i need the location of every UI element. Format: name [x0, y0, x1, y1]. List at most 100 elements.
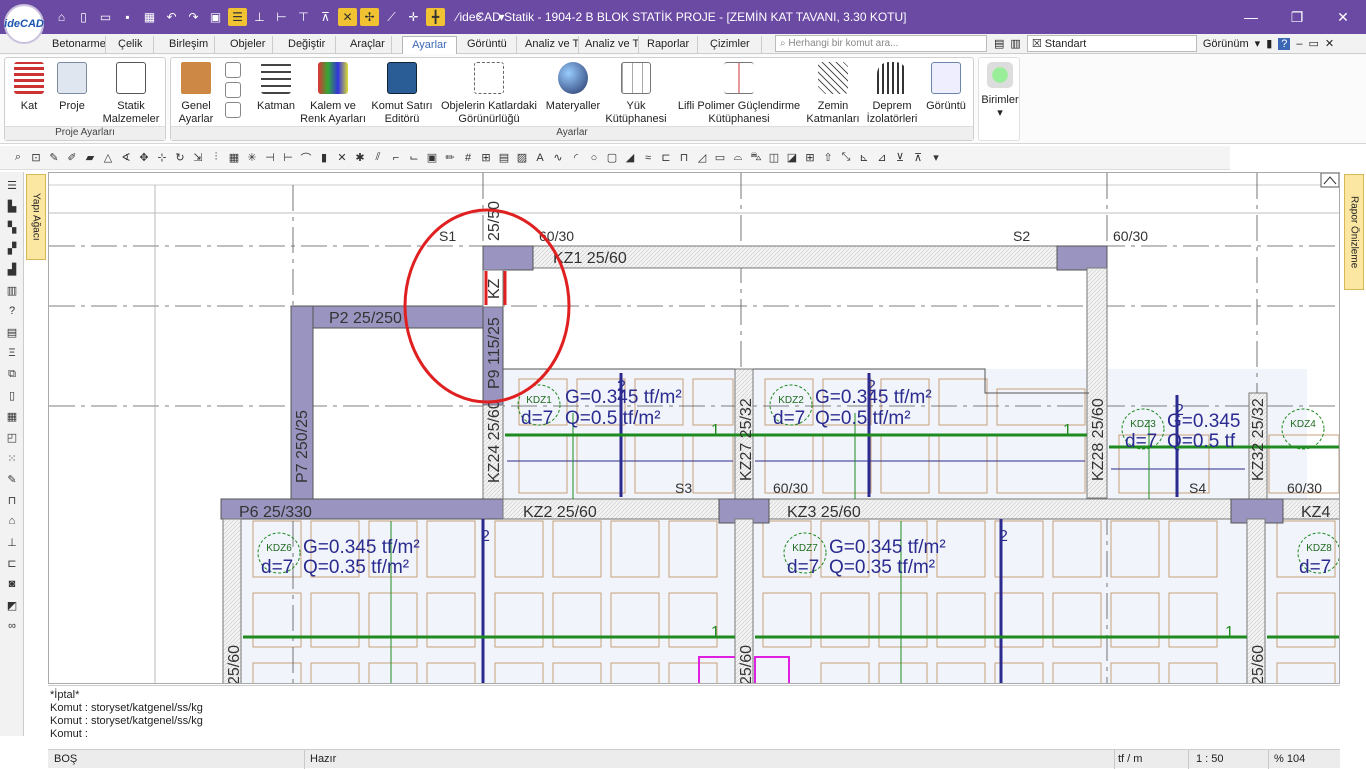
- text-icon[interactable]: A: [532, 150, 548, 166]
- materyaller-button[interactable]: Materyaller: [543, 62, 603, 113]
- deprem-izolatorleri-button[interactable]: Deprem İzolatörleri: [863, 62, 921, 126]
- box-icon[interactable]: ▣: [424, 150, 440, 166]
- dim-z-icon[interactable]: ⊿: [874, 150, 890, 166]
- terrain-icon[interactable]: ⌓: [730, 150, 746, 166]
- column-mark-icon[interactable]: ⊓: [676, 150, 692, 166]
- tab-analiz-1[interactable]: Analiz ve T: [521, 36, 579, 54]
- yapi-agaci-tab[interactable]: Yapı Ağacı: [26, 174, 46, 260]
- lightning-icon[interactable]: ⚡: [470, 8, 489, 26]
- dimension-tool-icon[interactable]: ⊥: [4, 534, 20, 550]
- lifli-polimer-button[interactable]: Lifli Polimer Güçlendirme Kütüphanesi: [671, 62, 807, 126]
- katman-button[interactable]: Katman: [253, 62, 299, 113]
- restore-icon[interactable]: ❐: [1274, 0, 1320, 34]
- tab-araclar[interactable]: Araçlar: [346, 36, 392, 54]
- wave-icon[interactable]: ≈: [640, 150, 656, 166]
- save-icon[interactable]: ▪: [118, 8, 137, 26]
- slab-tool-icon[interactable]: ▞: [4, 240, 20, 256]
- axis-icon[interactable]: ⊥: [250, 8, 269, 26]
- marker-icon[interactable]: ▰: [82, 150, 98, 166]
- offset-icon[interactable]: ⫽: [370, 150, 386, 166]
- yuk-kutuphanesi-button[interactable]: Yük Kütüphanesi: [603, 62, 669, 126]
- move-icon[interactable]: ✥: [136, 150, 152, 166]
- grid-icon[interactable]: #: [460, 150, 476, 166]
- toolbar-more-icon[interactable]: ▾: [928, 150, 944, 166]
- view-menu[interactable]: Görünüm: [1203, 38, 1249, 50]
- doc3-icon[interactable]: [225, 102, 241, 118]
- window-icon[interactable]: ◫: [766, 150, 782, 166]
- view-dropdown-icon[interactable]: ▾: [1255, 37, 1261, 50]
- redo-icon[interactable]: ↷: [184, 8, 203, 26]
- drawing-canvas[interactable]: KZ1 25/60 P2 25/250 P6 25/330 KZ2 25/60 …: [48, 172, 1340, 684]
- asterisk-icon[interactable]: ✱: [352, 150, 368, 166]
- doc1-icon[interactable]: [225, 62, 241, 78]
- tab-cizimler[interactable]: Çizimler: [706, 36, 762, 54]
- komut-satiri-button[interactable]: Komut Satırı Editörü: [369, 62, 435, 126]
- image-icon[interactable]: ▨: [514, 150, 530, 166]
- section-icon[interactable]: ⊏: [658, 150, 674, 166]
- arc-icon[interactable]: ◜: [568, 150, 584, 166]
- kat-button[interactable]: Kat: [9, 62, 49, 113]
- mdi-close-icon[interactable]: ✕: [1325, 37, 1334, 50]
- obje-gorunurluk-button[interactable]: Objelerin Katlardaki Görünürlüğü: [437, 62, 541, 126]
- tab-celik[interactable]: Çelik: [114, 36, 154, 54]
- wall-tool-icon[interactable]: ▥: [4, 282, 20, 298]
- kalem-renk-button[interactable]: Kalem ve Renk Ayarları: [299, 62, 367, 126]
- stair-tool-icon[interactable]: ▟: [4, 261, 20, 277]
- command-input-line[interactable]: Komut :: [50, 728, 1338, 741]
- mdi-restore-icon[interactable]: ▭: [1309, 37, 1319, 50]
- command-search-input[interactable]: ⌕ Herhangi bir komut ara...: [775, 35, 987, 52]
- tree-icon[interactable]: ☰: [4, 177, 20, 193]
- line-icon[interactable]: ⟋: [382, 8, 401, 26]
- status-zoom[interactable]: % 104: [1274, 753, 1305, 765]
- tab-raporlar[interactable]: Raporlar: [643, 36, 698, 54]
- help-icon[interactable]: ?: [1278, 37, 1291, 50]
- corner2-icon[interactable]: ⌙: [406, 150, 422, 166]
- save-all-icon[interactable]: ▦: [140, 8, 159, 26]
- triangle-icon[interactable]: △: [100, 150, 116, 166]
- explode-icon[interactable]: ✳: [244, 150, 260, 166]
- report-tool-icon[interactable]: ▤: [4, 324, 20, 340]
- pipe-tool-icon[interactable]: ⊏: [4, 555, 20, 571]
- rapor-onizleme-tab[interactable]: Rapor Önizleme: [1344, 174, 1364, 290]
- tab-degistir[interactable]: Değiştir: [284, 36, 336, 54]
- doc2-icon[interactable]: [225, 82, 241, 98]
- dimension-icon[interactable]: ⊢: [272, 8, 291, 26]
- genel-ayarlar-button[interactable]: Genel Ayarlar: [173, 62, 219, 126]
- stair2-tool-icon[interactable]: Ξ: [4, 345, 20, 361]
- bar-chart-icon[interactable]: ▮: [316, 150, 332, 166]
- minimize-icon[interactable]: —: [1228, 0, 1274, 34]
- fillet-icon[interactable]: ⌒: [298, 150, 314, 166]
- dim-x-icon[interactable]: ⊾: [856, 150, 872, 166]
- status-unit[interactable]: tf / m: [1118, 753, 1142, 765]
- cross-snap-icon[interactable]: ✕: [334, 150, 350, 166]
- tab-betonarme[interactable]: Betonarme: [48, 36, 106, 54]
- up-icon[interactable]: ⇧: [820, 150, 836, 166]
- pencil-tool-icon[interactable]: ✎: [4, 471, 20, 487]
- statik-malzemeler-button[interactable]: Statik Malzemeler: [99, 62, 163, 126]
- tab-ayarlar[interactable]: Ayarlar: [402, 36, 457, 54]
- doc-tool-icon[interactable]: ▯: [4, 387, 20, 403]
- zemin-katmanlari-button[interactable]: Zemin Katmanları: [805, 62, 861, 126]
- circle-icon[interactable]: ○: [586, 150, 602, 166]
- proje-button[interactable]: Proje: [51, 62, 93, 113]
- grid-axis-icon[interactable]: ⊞: [478, 150, 494, 166]
- measure-icon[interactable]: ⊼: [316, 8, 335, 26]
- trim-icon[interactable]: ⊣: [262, 150, 278, 166]
- mdi-minimize-icon[interactable]: –: [1296, 38, 1302, 50]
- dim-ab-icon[interactable]: ⊻: [892, 150, 908, 166]
- dots-tool-icon[interactable]: ⁙: [4, 450, 20, 466]
- paint-icon[interactable]: ✏: [442, 150, 458, 166]
- orthogonal-icon[interactable]: ╋: [426, 8, 445, 26]
- layout-grid-icon[interactable]: ⊞: [802, 150, 818, 166]
- car-icon[interactable]: ⛍: [748, 150, 764, 166]
- tab-goruntu[interactable]: Görüntü: [463, 36, 517, 54]
- dropdown-icon[interactable]: ▾: [492, 8, 511, 26]
- graph-icon[interactable]: ◿: [694, 150, 710, 166]
- snap-mid-icon[interactable]: ✢: [360, 8, 379, 26]
- column-tool-icon[interactable]: ▚: [4, 219, 20, 235]
- snap-icon[interactable]: ✕: [338, 8, 357, 26]
- door-tool-icon[interactable]: ⊓: [4, 492, 20, 508]
- style-select[interactable]: ☒ Standart: [1026, 35, 1197, 52]
- scale-icon[interactable]: ⤡: [838, 150, 854, 166]
- corner-icon[interactable]: ⌐: [388, 150, 404, 166]
